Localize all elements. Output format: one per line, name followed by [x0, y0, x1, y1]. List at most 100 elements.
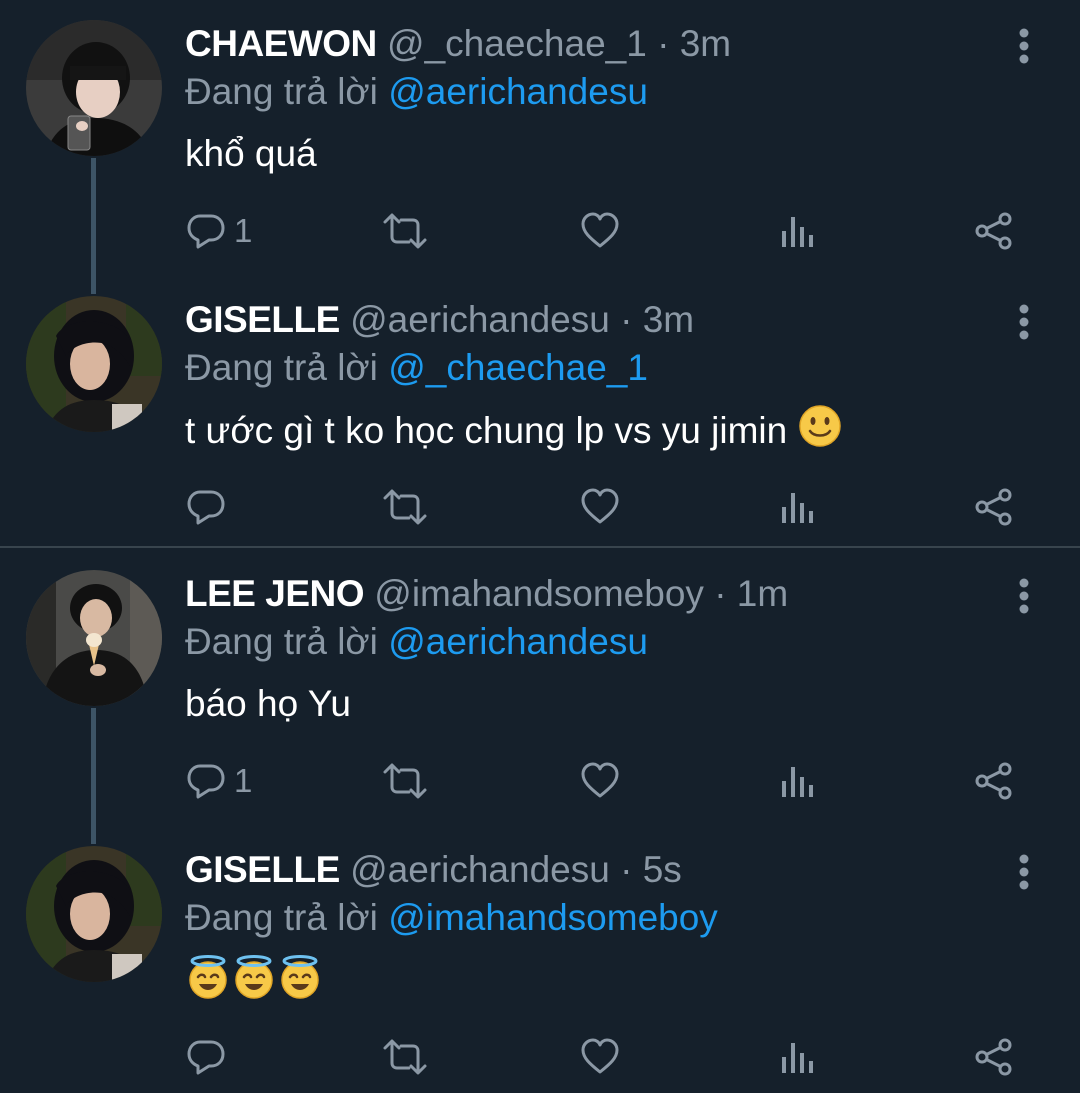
smiling-face-with-halo-emoji: [185, 954, 231, 1014]
smiling-face-with-halo-emoji: [277, 954, 323, 1014]
replying-prefix: Đang trả lời: [185, 621, 378, 662]
like-button[interactable]: [580, 756, 620, 806]
action-bar: [0, 482, 1080, 532]
bar-chart-icon: [780, 1037, 814, 1077]
replying-to: Đang trả lời @aerichandesu: [185, 68, 648, 116]
heart-icon: [580, 211, 620, 251]
conversation-divider: [0, 546, 1080, 548]
like-button[interactable]: [580, 206, 620, 256]
timestamp[interactable]: 3m: [680, 23, 731, 64]
share-button[interactable]: [974, 756, 1014, 806]
replying-mention-link[interactable]: @aerichandesu: [388, 71, 648, 112]
timestamp[interactable]: 5s: [643, 849, 682, 890]
action-bar: 1: [0, 206, 1080, 256]
heart-icon: [580, 761, 620, 801]
reply-button[interactable]: 1: [186, 206, 252, 256]
reply-button[interactable]: [186, 1032, 234, 1082]
analytics-button[interactable]: [780, 756, 814, 806]
display-name[interactable]: CHAEWON: [185, 23, 377, 64]
share-icon: [974, 761, 1014, 801]
bar-chart-icon: [780, 761, 814, 801]
more-options-icon[interactable]: [1012, 578, 1036, 614]
separator-dot: ·: [620, 299, 633, 340]
display-name[interactable]: GISELLE: [185, 299, 340, 340]
reply-button[interactable]: [186, 482, 234, 532]
heart-icon: [580, 487, 620, 527]
separator-dot: ·: [657, 23, 670, 64]
more-options-icon[interactable]: [1012, 854, 1036, 890]
replying-to: Đang trả lời @aerichandesu: [185, 618, 648, 666]
separator-dot: ·: [620, 849, 633, 890]
tweet-header: GISELLE @aerichandesu · 5s: [185, 846, 682, 894]
action-bar: 1: [0, 756, 1080, 806]
replying-to: Đang trả lời @imahandsomeboy: [185, 894, 718, 942]
tweet-lee-jeno[interactable]: LEE JENO @imahandsomeboy · 1m Đang trả l…: [0, 570, 1080, 820]
retweet-icon: [382, 1037, 428, 1077]
tweet-giselle-reply[interactable]: GISELLE @aerichandesu · 5s Đang trả lời …: [0, 846, 1080, 1093]
tweet-header: LEE JENO @imahandsomeboy · 1m: [185, 570, 788, 618]
retweet-icon: [382, 211, 428, 251]
timestamp[interactable]: 3m: [643, 299, 694, 340]
avatar[interactable]: [26, 20, 162, 156]
bar-chart-icon: [780, 211, 814, 251]
avatar[interactable]: [26, 846, 162, 982]
replying-mention-link[interactable]: @_chaechae_1: [388, 347, 648, 388]
user-handle[interactable]: @aerichandesu: [350, 849, 610, 890]
analytics-button[interactable]: [780, 482, 814, 532]
timestamp[interactable]: 1m: [737, 573, 788, 614]
replying-mention-link[interactable]: @imahandsomeboy: [388, 897, 718, 938]
share-icon: [974, 211, 1014, 251]
replying-prefix: Đang trả lời: [185, 897, 378, 938]
speech-bubble-icon: [186, 761, 226, 801]
reply-count: 1: [234, 762, 253, 799]
replying-mention-link[interactable]: @aerichandesu: [388, 621, 648, 662]
speech-bubble-icon: [186, 487, 226, 527]
heart-icon: [580, 1037, 620, 1077]
analytics-button[interactable]: [780, 1032, 814, 1082]
speech-bubble-icon: [186, 211, 226, 251]
retweet-button[interactable]: [382, 1032, 428, 1082]
share-button[interactable]: [974, 206, 1014, 256]
tweet-header: CHAEWON @_chaechae_1 · 3m: [185, 20, 731, 68]
like-button[interactable]: [580, 1032, 620, 1082]
more-options-icon[interactable]: [1012, 28, 1036, 64]
user-handle[interactable]: @imahandsomeboy: [374, 573, 704, 614]
tweet-text: khổ quá: [185, 133, 317, 174]
slightly-smiling-face-emoji: [798, 404, 842, 462]
display-name[interactable]: GISELLE: [185, 849, 340, 890]
tweet-text-container: [185, 954, 323, 1014]
retweet-icon: [382, 487, 428, 527]
replying-to: Đang trả lời @_chaechae_1: [185, 344, 648, 392]
speech-bubble-icon: [186, 1037, 226, 1077]
bar-chart-icon: [780, 487, 814, 527]
analytics-button[interactable]: [780, 206, 814, 256]
tweet-text-container: t ước gì t ko học chung lp vs yu jimin: [185, 404, 842, 462]
tweet-giselle[interactable]: GISELLE @aerichandesu · 3m Đang trả lời …: [0, 296, 1080, 546]
share-icon: [974, 1037, 1014, 1077]
user-handle[interactable]: @_chaechae_1: [387, 23, 647, 64]
avatar[interactable]: [26, 296, 162, 432]
share-button[interactable]: [974, 1032, 1014, 1082]
separator-dot: ·: [714, 573, 727, 614]
like-button[interactable]: [580, 482, 620, 532]
retweet-icon: [382, 761, 428, 801]
tweet-text: báo họ Yu: [185, 683, 351, 724]
reply-count: 1: [234, 212, 253, 249]
display-name[interactable]: LEE JENO: [185, 573, 365, 614]
user-handle[interactable]: @aerichandesu: [350, 299, 610, 340]
smiling-face-with-halo-emoji: [231, 954, 277, 1014]
more-options-icon[interactable]: [1012, 304, 1036, 340]
tweet-chaewon[interactable]: CHAEWON @_chaechae_1 · 3m Đang trả lời @…: [0, 20, 1080, 270]
reply-button[interactable]: 1: [186, 756, 252, 806]
replying-prefix: Đang trả lời: [185, 347, 378, 388]
retweet-button[interactable]: [382, 482, 428, 532]
replying-prefix: Đang trả lời: [185, 71, 378, 112]
tweet-header: GISELLE @aerichandesu · 3m: [185, 296, 694, 344]
share-icon: [974, 487, 1014, 527]
action-bar: [0, 1032, 1080, 1082]
tweet-text: t ước gì t ko học chung lp vs yu jimin: [185, 409, 788, 451]
avatar[interactable]: [26, 570, 162, 706]
share-button[interactable]: [974, 482, 1014, 532]
retweet-button[interactable]: [382, 756, 428, 806]
retweet-button[interactable]: [382, 206, 428, 256]
